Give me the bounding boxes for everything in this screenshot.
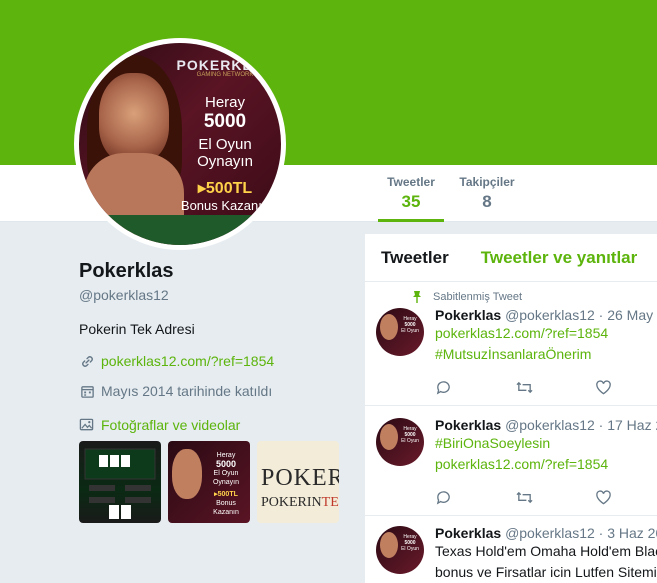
poker-table-screenshot-icon — [84, 448, 156, 519]
tweet-hashtag[interactable]: #MutsuzİnsanlaraÖnerim — [435, 344, 657, 365]
tweet-avatar-text-3: El Oyun — [401, 438, 419, 444]
profile-website-row: pokerklas12.com/?ref=1854 — [79, 353, 349, 369]
tweet-date[interactable]: · 17 Haz 20 — [599, 417, 657, 433]
tweet-avatar-text: Heray 5000 El Oyun — [399, 426, 421, 444]
thumb-ad-line-3: El Oyun — [213, 470, 239, 477]
tweet-author-handle[interactable]: @pokerklas12 — [505, 417, 595, 433]
media-thumbnails: Heray 5000 El Oyun Oynayın ▸500TL Bonus … — [79, 441, 349, 523]
profile-joined-row: Mayıs 2014 tarihinde katıldı — [79, 383, 349, 399]
tweet-avatar-text-3: El Oyun — [401, 328, 419, 334]
ad-text-block: POKERKLAS GAMING NETWORK Heray 5000 El O… — [169, 57, 281, 213]
reply-icon[interactable] — [435, 378, 515, 396]
tweet-content: Pokerklas @pokerklas12 · 26 May 2 pokerk… — [435, 307, 657, 365]
media-thumb-1[interactable] — [79, 441, 161, 523]
thumb-ad-text: Heray 5000 El Oyun Oynayın ▸500TL Bonus … — [204, 451, 248, 517]
stat-tweets-label: Tweetler — [387, 175, 435, 189]
thumb-logo-sub-1: POKERIN — [261, 495, 322, 510]
tweet-text-line-2: bonus ve Firsatlar icin Lutfen Sitemiz — [435, 564, 657, 580]
thumb-ad-line-4: Oynayın — [212, 479, 240, 486]
photo-icon — [79, 417, 95, 433]
pin-icon — [413, 291, 421, 303]
ad-poker-table — [79, 215, 281, 245]
ad-brand: POKERKLAS — [176, 57, 274, 73]
tweet-avatar[interactable]: Heray 5000 El Oyun — [376, 308, 424, 356]
thumb-ad-bonus: ▸500TL — [214, 491, 238, 498]
reply-icon[interactable] — [435, 488, 515, 506]
ad-bonus-text: Bonus Kazanın — [180, 198, 270, 213]
ad-line-2: 5000 — [203, 111, 247, 132]
tweet-date[interactable]: · 26 May 2 — [599, 307, 657, 323]
calendar-icon — [79, 383, 95, 399]
tweet-author-name[interactable]: Pokerklas — [435, 417, 501, 433]
ad-model-face — [99, 73, 169, 163]
tab-tweets-and-replies[interactable]: Tweetler ve yanıtlar — [465, 248, 654, 268]
stat-tweets-value: 35 — [401, 192, 421, 211]
tweet-actions — [435, 378, 657, 396]
tweet-link[interactable]: pokerklas12.com/?ref=1854 — [435, 454, 657, 475]
tweet-avatar-face — [380, 424, 398, 450]
profile-joined-date: Mayıs 2014 tarihinde katıldı — [101, 383, 273, 399]
retweet-icon[interactable] — [515, 488, 595, 506]
stat-tweets[interactable]: Tweetler 35 — [378, 175, 444, 222]
thumb-ad-bonus-text: Bonus Kazanın — [213, 500, 239, 516]
media-thumb-2[interactable]: Heray 5000 El Oyun Oynayın ▸500TL Bonus … — [168, 441, 250, 523]
tweet-content: Pokerklas @pokerklas12 · 17 Haz 20 #Biri… — [435, 417, 657, 475]
tweet-avatar[interactable]: Heray 5000 El Oyun — [376, 526, 424, 574]
tweet-author-name[interactable]: Pokerklas — [435, 525, 501, 541]
ad-line-1: Heray — [204, 94, 245, 111]
tweet-avatar-text: Heray 5000 El Oyun — [399, 534, 421, 552]
timeline-tabs: Tweetler Tweetler ve yanıtlar — [365, 234, 657, 282]
media-section-title[interactable]: Fotoğraflar ve videolar — [79, 417, 349, 433]
profile-website-link[interactable]: pokerklas12.com/?ref=1854 — [101, 353, 274, 369]
tweet-author-handle[interactable]: @pokerklas12 — [505, 525, 595, 541]
tweet-item[interactable]: Heray 5000 El Oyun Pokerklas @pokerklas12 … — [365, 406, 657, 516]
thumb-logo-subtext: POKERINTE — [261, 495, 339, 511]
tweet-item[interactable]: Heray 5000 El Oyun Pokerklas @pokerklas12 … — [365, 516, 657, 583]
tweet-link[interactable]: pokerklas12.com/?ref=1854 — [435, 323, 657, 344]
profile-card: Pokerklas @pokerklas12 Pokerin Tek Adres… — [79, 260, 349, 523]
link-icon — [79, 353, 95, 369]
pinned-text: Sabitlenmiş Tweet — [433, 291, 523, 303]
tweet-header: Pokerklas @pokerklas12 · 17 Haz 20 — [435, 417, 657, 433]
tweet-avatar[interactable]: Heray 5000 El Oyun — [376, 418, 424, 466]
tweet-avatar-text-3: El Oyun — [401, 546, 419, 552]
like-icon[interactable] — [595, 488, 657, 506]
stat-followers-label: Takipçiler — [459, 175, 515, 189]
thumb-ad-line-2: 5000 — [215, 459, 237, 469]
thumb-model-face — [172, 449, 202, 499]
stat-followers[interactable]: Takipçiler 8 — [455, 175, 519, 222]
media-thumb-3[interactable]: POKER POKERINTE — [257, 441, 339, 523]
tab-tweets[interactable]: Tweetler — [365, 248, 465, 268]
profile-name[interactable]: Pokerklas — [79, 260, 349, 283]
like-icon[interactable] — [595, 378, 657, 396]
tweet-date[interactable]: · 3 Haz 201 — [599, 525, 657, 541]
profile-avatar[interactable]: POKERKLAS GAMING NETWORK Heray 5000 El O… — [74, 38, 286, 250]
media-section-label: Fotoğraflar ve videolar — [101, 417, 241, 433]
ad-line-4: Oynayın — [197, 153, 253, 170]
avatar-image: POKERKLAS GAMING NETWORK Heray 5000 El O… — [79, 43, 281, 245]
tweet-content: Pokerklas @pokerklas12 · 3 Haz 201 Texas… — [435, 525, 657, 583]
tweet-header: Pokerklas @pokerklas12 · 3 Haz 201 — [435, 525, 657, 541]
tweet-item[interactable]: Sabitlenmiş Tweet Heray 5000 El Oyun Poker… — [365, 282, 657, 406]
profile-bio: Pokerin Tek Adresi — [79, 321, 195, 337]
tweet-hashtag[interactable]: #BiriOnaSoeylesin — [435, 433, 657, 454]
tweet-avatar-face — [380, 314, 398, 340]
thumb-logo-sub-2: TE — [321, 495, 339, 510]
tweet-author-handle[interactable]: @pokerklas12 — [505, 307, 595, 323]
tweet-header: Pokerklas @pokerklas12 · 26 May 2 — [435, 307, 657, 323]
tweet-actions — [435, 488, 657, 506]
ad-bonus: ▸500TL — [197, 180, 253, 197]
tweet-author-name[interactable]: Pokerklas — [435, 307, 501, 323]
stat-followers-value: 8 — [482, 192, 492, 211]
tweet-text-line-1: Texas Hold'em Omaha Hold'em Blac — [435, 543, 657, 559]
thumb-logo-text: POKER — [261, 465, 339, 491]
pinned-label: Sabitlenmiş Tweet — [411, 290, 522, 304]
tweet-avatar-face — [380, 532, 398, 558]
tweet-avatar-text: Heray 5000 El Oyun — [399, 316, 421, 334]
timeline: Tweetler Tweetler ve yanıtlar Sabitlenmi… — [365, 234, 657, 583]
retweet-icon[interactable] — [515, 378, 595, 396]
profile-handle[interactable]: @pokerklas12 — [79, 287, 349, 303]
ad-line-3: El Oyun — [198, 136, 252, 153]
